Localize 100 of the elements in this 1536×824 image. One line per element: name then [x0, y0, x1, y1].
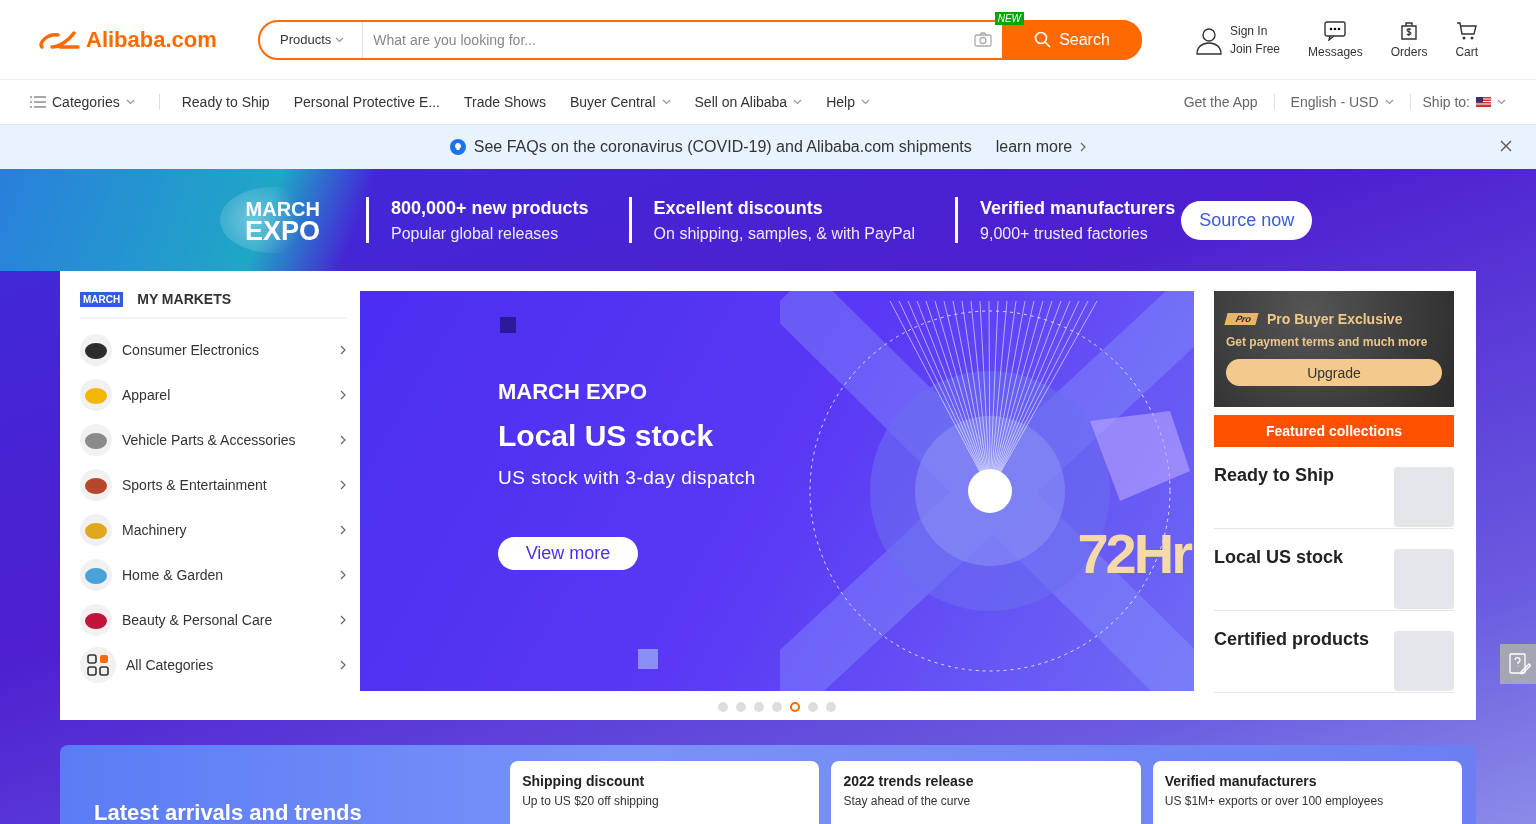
cart-icon [1455, 20, 1478, 41]
chevron-right-icon [1080, 142, 1087, 152]
trend-card[interactable]: Shipping discount Up to US $20 off shipping [510, 760, 820, 824]
carousel-dot[interactable] [826, 702, 836, 713]
banner-title: Local US stock [498, 419, 715, 454]
feedback-button[interactable] [1500, 643, 1536, 684]
nav-link[interactable]: Ready to Ship [181, 94, 270, 110]
category-item[interactable]: Vehicle Parts & Accessories [80, 417, 346, 463]
dollar-bag-icon [1399, 20, 1420, 41]
menu-icon [30, 96, 46, 108]
caret-icon [661, 99, 671, 105]
trend-card[interactable]: 2022 trends release Stay ahead of the curve [831, 760, 1141, 824]
category-thumbnail [80, 333, 112, 366]
get-app-link[interactable]: Get the App [1183, 94, 1258, 110]
photo-placeholder [1394, 467, 1454, 528]
category-item[interactable]: Machinery [80, 507, 346, 553]
caret-icon [1497, 99, 1506, 105]
category-thumbnail [80, 468, 112, 501]
ship-to-dropdown[interactable]: Ship to: [1422, 94, 1506, 110]
march-badge: MARCH [80, 291, 124, 307]
category-item[interactable]: Beauty & Personal Care [80, 597, 346, 643]
sign-in-link[interactable]: Sign In [1230, 23, 1281, 38]
logo-icon [38, 28, 82, 51]
feature-title: Excellent discounts [653, 197, 824, 219]
photo-placeholder [1394, 549, 1454, 610]
category-item[interactable]: Sports & Entertainment [80, 462, 346, 508]
chevron-right-icon [340, 614, 346, 625]
categories-menu[interactable]: Categories [30, 94, 135, 110]
caret-icon [1384, 99, 1394, 105]
section-title: MY MARKETS [137, 291, 232, 308]
nav-link[interactable]: Personal Protective E... [293, 94, 440, 110]
camera-icon[interactable] [974, 32, 992, 47]
nav-link[interactable]: Buyer Central [569, 94, 671, 110]
learn-more-link[interactable]: learn more [995, 138, 1087, 156]
chevron-right-icon [340, 479, 346, 490]
category-thumbnail [80, 603, 112, 636]
carousel-dot[interactable] [808, 702, 818, 713]
trend-card-subtitle: Up to US $20 off shipping [522, 793, 660, 808]
trend-card-title: Shipping discount [522, 772, 646, 789]
trend-card[interactable]: Verified manufacturers US $1M+ exports or over 100 employees [1152, 760, 1462, 824]
collection-item[interactable]: Ready to Ship [1214, 447, 1454, 530]
collection-item[interactable]: Certified products [1214, 611, 1454, 694]
category-thumbnail [80, 378, 112, 411]
carousel-dot[interactable] [790, 702, 800, 713]
grid-icon [80, 646, 116, 683]
carousel-dot[interactable] [736, 702, 746, 713]
photo-placeholder [1394, 631, 1454, 692]
collection-item[interactable]: Local US stock [1214, 529, 1454, 612]
chevron-right-icon [340, 434, 346, 445]
square-decoration [500, 317, 516, 334]
chevron-right-icon [340, 524, 346, 535]
chevron-right-icon [340, 569, 346, 580]
caret-icon [335, 36, 345, 43]
feature-title: 800,000+ new products [391, 197, 589, 219]
trend-card-title: Verified manufacturers [1164, 772, 1318, 789]
category-item[interactable]: Consumer Electronics [80, 327, 346, 373]
carousel-dot[interactable] [754, 702, 764, 713]
search-icon [1034, 31, 1052, 48]
trend-card-subtitle: US $1M+ exports or over 100 employees [1164, 793, 1385, 808]
notice-text: See FAQs on the coronavirus (COVID-19) and Alibaba.com shipments [473, 138, 972, 156]
square-decoration [638, 649, 658, 670]
header-action-button[interactable]: Orders [1390, 20, 1428, 59]
close-icon[interactable] [1500, 140, 1512, 152]
pro-badge: Pro [1224, 313, 1259, 326]
chevron-right-icon [340, 659, 346, 670]
help-edit-icon [1509, 652, 1531, 675]
view-more-button[interactable]: View more [498, 537, 638, 571]
feature-subtitle: 9,000+ trusted factories [980, 224, 1149, 243]
category-item[interactable]: All Categories [80, 642, 346, 688]
header-action-button[interactable]: Messages [1308, 20, 1363, 59]
nav-link[interactable]: Sell on Alibaba [694, 94, 803, 110]
language-dropdown[interactable]: English - USD [1290, 94, 1394, 110]
upgrade-button[interactable]: Upgrade [1226, 359, 1442, 387]
pro-subtitle: Get payment terms and much more [1226, 335, 1429, 350]
category-thumbnail [80, 558, 112, 591]
nav-link[interactable]: Trade Shows [463, 94, 546, 110]
header-action-button[interactable]: Cart [1455, 20, 1479, 59]
pro-title: Pro Buyer Exclusive [1267, 311, 1403, 328]
source-now-button[interactable]: Source now [1181, 200, 1313, 240]
march-expo-logo: MARCH EXPO [498, 379, 649, 406]
featured-collections-header: Featured collections [1214, 415, 1454, 448]
category-item[interactable]: Apparel [80, 372, 346, 418]
join-free-link[interactable]: Join Free [1230, 41, 1281, 56]
promo-banner[interactable]: 72Hr MARCH EXPO Local US stock US stock with 3-day dispatch View more [360, 291, 1194, 692]
category-thumbnail [80, 513, 112, 546]
feature-subtitle: Popular global releases [391, 224, 560, 243]
carousel-dot[interactable] [718, 702, 728, 713]
flag-icon [1476, 97, 1491, 107]
chevron-right-icon [340, 344, 346, 355]
lightbulb-icon [449, 139, 466, 155]
carousel-dot[interactable] [772, 702, 782, 713]
feature-title: Verified manufacturers [980, 197, 1176, 219]
caret-icon [860, 99, 870, 105]
nav-link[interactable]: Help [826, 94, 870, 110]
category-item[interactable]: Home & Garden [80, 552, 346, 598]
caret-icon [125, 99, 135, 105]
delivery-hours-text: 72Hr [1077, 521, 1190, 587]
banner-subtitle: US stock with 3-day dispatch [498, 467, 756, 490]
trend-card-title: 2022 trends release [843, 772, 975, 789]
trends-title: Latest arrivals and trends [94, 800, 363, 824]
